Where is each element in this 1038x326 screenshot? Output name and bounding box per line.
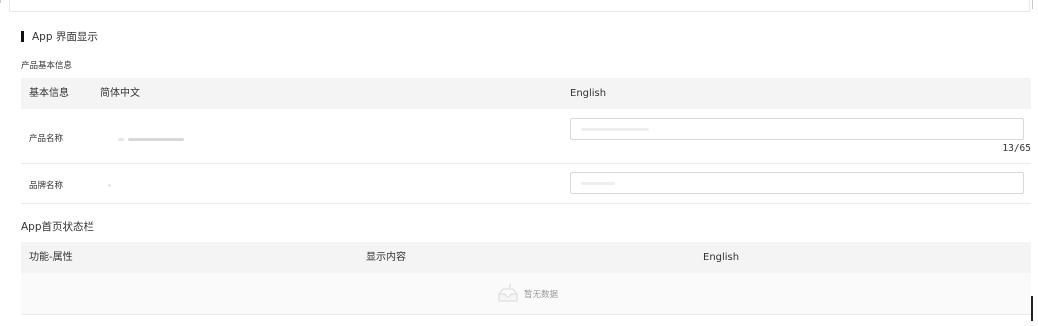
brand-name-english-value: [581, 182, 615, 185]
product-name-chinese-value: [118, 138, 124, 141]
empty-text: 暂无数据: [524, 290, 559, 300]
brand-name-english-input[interactable]: [570, 172, 1024, 194]
status-bar-table-header: 功能-属性 显示内容 English: [21, 242, 1031, 273]
product-name-chinese-value-blur: [128, 138, 184, 141]
empty-state: 暂无数据: [496, 283, 558, 305]
char-count: 13/65: [1002, 143, 1031, 154]
table-row-product-name: 产品名称 13/65: [21, 109, 1031, 164]
brand-name-chinese-value: [108, 184, 111, 187]
header-simplified-chinese: 简体中文: [100, 88, 140, 99]
empty-box-icon: [498, 283, 518, 302]
product-name-english-input[interactable]: [570, 118, 1024, 140]
status-bar-heading: App首页状态栏: [21, 221, 95, 233]
header-basic-info: 基本信息: [29, 88, 69, 99]
top-container-edge: [9, 0, 1030, 12]
table-row-brand-name: 品牌名称: [21, 163, 1031, 204]
title-accent-bar: [21, 30, 24, 42]
text-cursor: [1031, 296, 1033, 321]
header-english: English: [570, 88, 607, 99]
row-label-brand-name: 品牌名称: [29, 181, 64, 191]
product-name-english-value: [581, 128, 649, 131]
right-edge-mark: [1032, 0, 1033, 9]
section-title-text: App 界面显示: [32, 30, 98, 43]
product-basic-info-heading: 产品基本信息: [21, 61, 73, 71]
section-title: App 界面显示: [21, 29, 98, 43]
header-display-content: 显示内容: [366, 252, 406, 263]
empty-table-body: 暂无数据: [21, 273, 1031, 315]
left-edge-mark: [0, 0, 1, 3]
product-info-table-header: 基本信息 简体中文 English: [21, 78, 1031, 109]
header-english-2: English: [703, 252, 740, 263]
row-label-product-name: 产品名称: [29, 134, 64, 144]
header-function-attribute: 功能-属性: [29, 252, 73, 263]
